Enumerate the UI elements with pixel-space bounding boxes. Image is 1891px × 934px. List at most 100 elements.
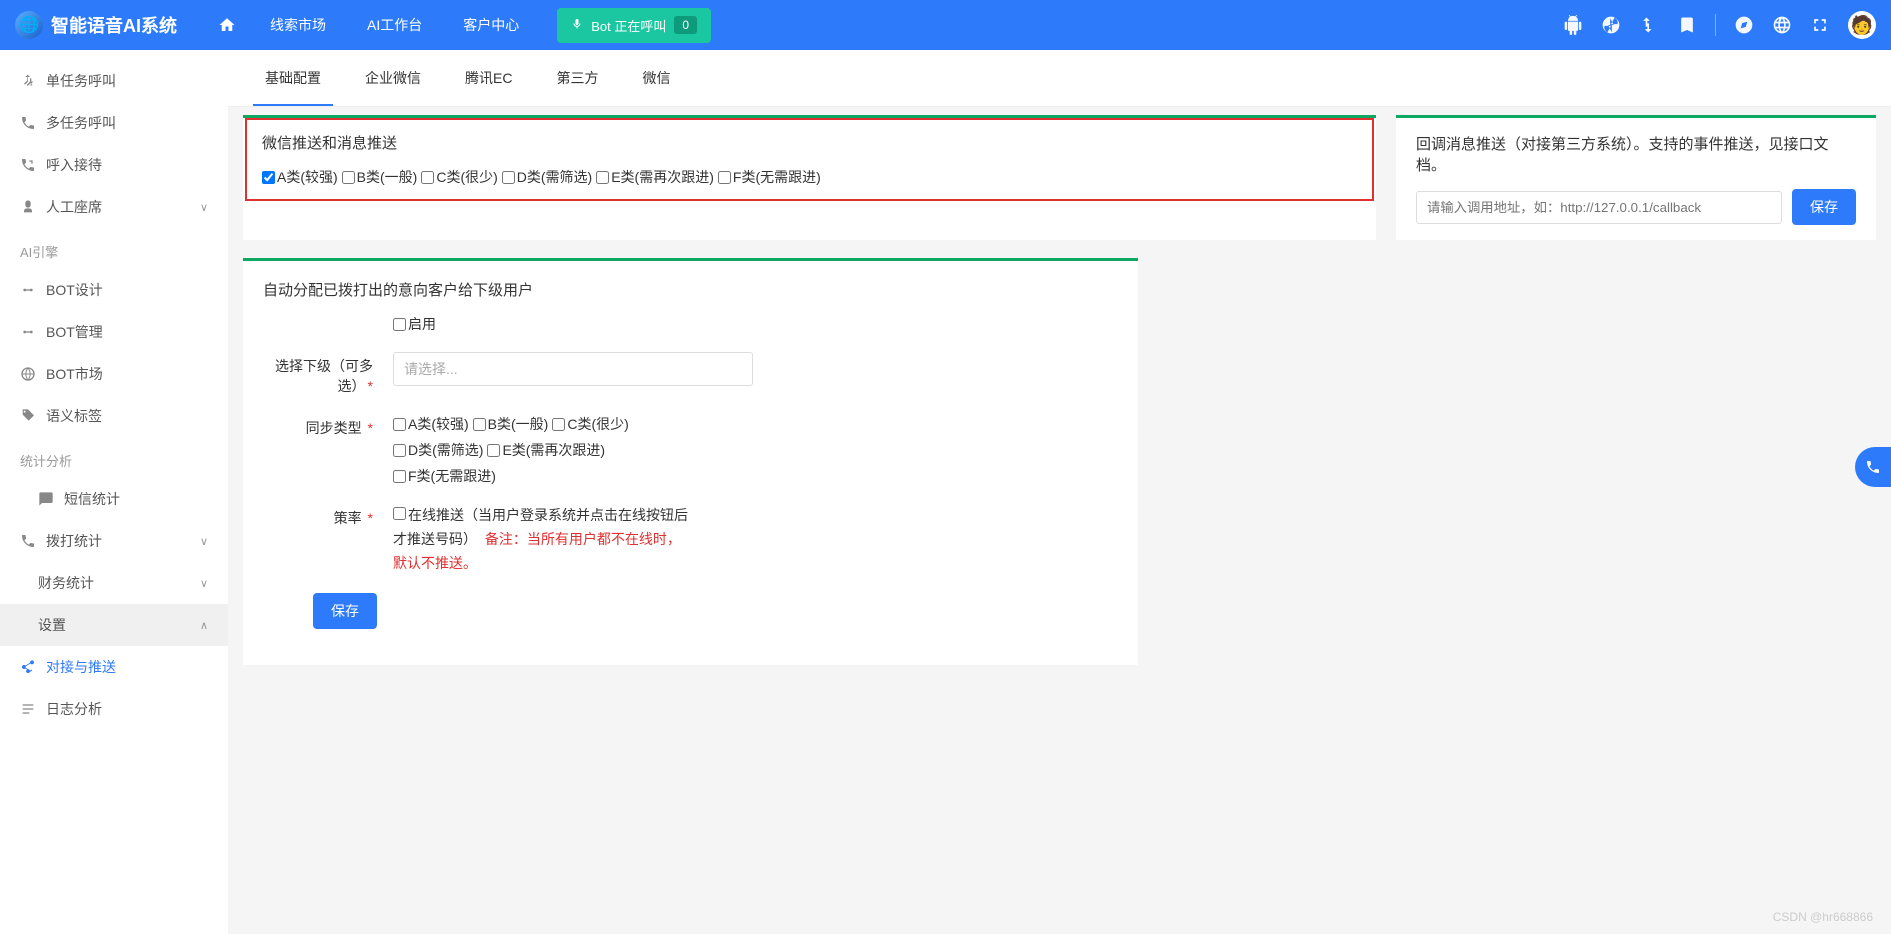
main-content: 基础配置 企业微信 腾讯EC 第三方 微信 微信推送和消息推送 A类(较强) B… (228, 50, 1891, 934)
checkbox[interactable] (393, 470, 406, 483)
sidebar-item-multi-call[interactable]: 多任务呼叫 (0, 102, 228, 144)
sidebar-item-human-seat[interactable]: 人工座席 ∨ (0, 186, 228, 228)
save-callback-button[interactable]: 保存 (1792, 189, 1856, 225)
incoming-call-icon (20, 157, 36, 173)
select-subordinate[interactable]: 请选择... (393, 352, 753, 386)
tag-icon (20, 408, 36, 424)
fullscreen-icon[interactable] (1810, 15, 1830, 35)
form-label-select-sub: 选择下级（可多选）* (263, 352, 393, 396)
panel-title: 自动分配已拨打出的意向客户给下级用户 (263, 279, 1118, 300)
checkbox[interactable] (502, 171, 515, 184)
nav-item-market[interactable]: 线索市场 (252, 0, 344, 50)
sidebar-item-semantic-tag[interactable]: 语义标签 (0, 395, 228, 437)
aperture-icon[interactable] (1601, 15, 1621, 35)
checkbox[interactable] (718, 171, 731, 184)
sidebar-label: BOT管理 (46, 322, 208, 342)
sync-check-f[interactable]: F类(无需跟进) (393, 466, 496, 486)
sidebar-label: 财务统计 (38, 573, 190, 593)
checkbox[interactable] (487, 444, 500, 457)
chevron-down-icon: ∨ (200, 535, 208, 548)
form-label-strategy: 策率 * (263, 504, 393, 575)
check-d-filter[interactable]: D类(需筛选) (502, 167, 592, 187)
check-c-few[interactable]: C类(很少) (421, 167, 497, 187)
push-category-checks: A类(较强) B类(一般) C类(很少) D类(需筛选) E类(需再次跟进) F… (262, 167, 1357, 187)
android-icon[interactable] (1563, 15, 1583, 35)
globe-icon[interactable] (1772, 15, 1792, 35)
save-assign-button[interactable]: 保存 (313, 593, 377, 629)
phone-icon (20, 533, 36, 549)
check-e-followup[interactable]: E类(需再次跟进) (596, 167, 714, 187)
sidebar-label: 拨打统计 (46, 531, 190, 551)
bot-icon (20, 282, 36, 298)
checkbox[interactable] (473, 418, 486, 431)
sidebar: 单任务呼叫 多任务呼叫 呼入接待 人工座席 ∨ AI引擎 BOT设计 BOT管理… (0, 50, 228, 934)
sync-check-b[interactable]: B类(一般) (473, 414, 549, 434)
panel-wechat-push: 微信推送和消息推送 A类(较强) B类(一般) C类(很少) D类(需筛选) E… (243, 115, 1376, 240)
panel-callback: 回调消息推送（对接第三方系统）。支持的事件推送，见接口文档。 保存 (1396, 115, 1876, 240)
sidebar-item-settings[interactable]: 设置 ∧ (0, 604, 228, 646)
nav-item-workbench[interactable]: AI工作台 (349, 0, 440, 50)
tab-third-party[interactable]: 第三方 (534, 50, 620, 106)
top-header: 🌐 智能语音AI系统 线索市场 AI工作台 客户中心 Bot 正在呼叫 0 🧑 (0, 0, 1891, 50)
sidebar-label: BOT设计 (46, 280, 208, 300)
check-f-nofollow[interactable]: F类(无需跟进) (718, 167, 821, 187)
divider-icon (1715, 14, 1716, 36)
sidebar-label: 设置 (38, 615, 190, 635)
compass-icon[interactable] (1734, 15, 1754, 35)
logo-icon: 🌐 (15, 11, 43, 39)
phone-icon (20, 115, 36, 131)
seat-icon (20, 199, 36, 215)
checkbox[interactable] (552, 418, 565, 431)
sync-check-c[interactable]: C类(很少) (552, 414, 628, 434)
share-icon (20, 659, 36, 675)
checkbox[interactable] (596, 171, 609, 184)
checkbox[interactable] (393, 418, 406, 431)
float-phone-button[interactable] (1855, 447, 1891, 487)
tab-wechat[interactable]: 微信 (620, 50, 692, 106)
chevron-down-icon: ∨ (200, 577, 208, 590)
checkbox[interactable] (342, 171, 355, 184)
callback-url-input[interactable] (1416, 191, 1782, 224)
sidebar-item-incoming[interactable]: 呼入接待 (0, 144, 228, 186)
sidebar-item-finance-stat[interactable]: 财务统计 ∨ (0, 562, 228, 604)
sync-check-a[interactable]: A类(较强) (393, 414, 469, 434)
sidebar-label: 呼入接待 (46, 155, 208, 175)
check-enable[interactable]: 启用 (393, 314, 436, 334)
nav-item-customer[interactable]: 客户中心 (445, 0, 537, 50)
checkbox[interactable] (393, 507, 406, 520)
check-a-strong[interactable]: A类(较强) (262, 167, 338, 187)
tab-tencent-ec[interactable]: 腾讯EC (443, 50, 534, 106)
sidebar-label: 日志分析 (46, 699, 208, 719)
sidebar-label: 多任务呼叫 (46, 113, 208, 133)
sync-check-e[interactable]: E类(需再次跟进) (487, 440, 605, 460)
app-logo[interactable]: 🌐 智能语音AI系统 (15, 11, 177, 39)
sidebar-item-log-analysis[interactable]: 日志分析 (0, 688, 228, 730)
sidebar-item-bot-design[interactable]: BOT设计 (0, 269, 228, 311)
checkbox[interactable] (393, 318, 406, 331)
top-nav: 线索市场 AI工作台 客户中心 (207, 0, 537, 50)
transfer-icon[interactable] (1639, 15, 1659, 35)
header-right: 🧑 (1563, 11, 1876, 39)
checkbox[interactable] (262, 171, 275, 184)
sync-check-d[interactable]: D类(需筛选) (393, 440, 483, 460)
sidebar-item-sms-stat[interactable]: 短信统计 (0, 478, 228, 520)
sidebar-item-bot-manage[interactable]: BOT管理 (0, 311, 228, 353)
sidebar-item-dial-stat[interactable]: 拨打统计 ∨ (0, 520, 228, 562)
checkbox[interactable] (393, 444, 406, 457)
user-avatar[interactable]: 🧑 (1848, 11, 1876, 39)
sidebar-item-integration-push[interactable]: 对接与推送 (0, 646, 228, 688)
tab-enterprise-wechat[interactable]: 企业微信 (343, 50, 443, 106)
sidebar-item-bot-market[interactable]: BOT市场 (0, 353, 228, 395)
sidebar-item-single-call[interactable]: 单任务呼叫 (0, 60, 228, 102)
home-icon[interactable] (207, 0, 247, 50)
sidebar-label: 短信统计 (64, 489, 208, 509)
bookmark-icon[interactable] (1677, 15, 1697, 35)
panel-title: 回调消息推送（对接第三方系统）。支持的事件推送，见接口文档。 (1416, 133, 1856, 175)
tab-basic-config[interactable]: 基础配置 (243, 50, 343, 106)
checkbox[interactable] (421, 171, 434, 184)
sidebar-label: 对接与推送 (46, 657, 208, 677)
call-split-icon (20, 73, 36, 89)
check-b-normal[interactable]: B类(一般) (342, 167, 418, 187)
bot-status-badge[interactable]: Bot 正在呼叫 0 (557, 8, 711, 43)
bot-status-label: Bot 正在呼叫 (591, 16, 666, 35)
